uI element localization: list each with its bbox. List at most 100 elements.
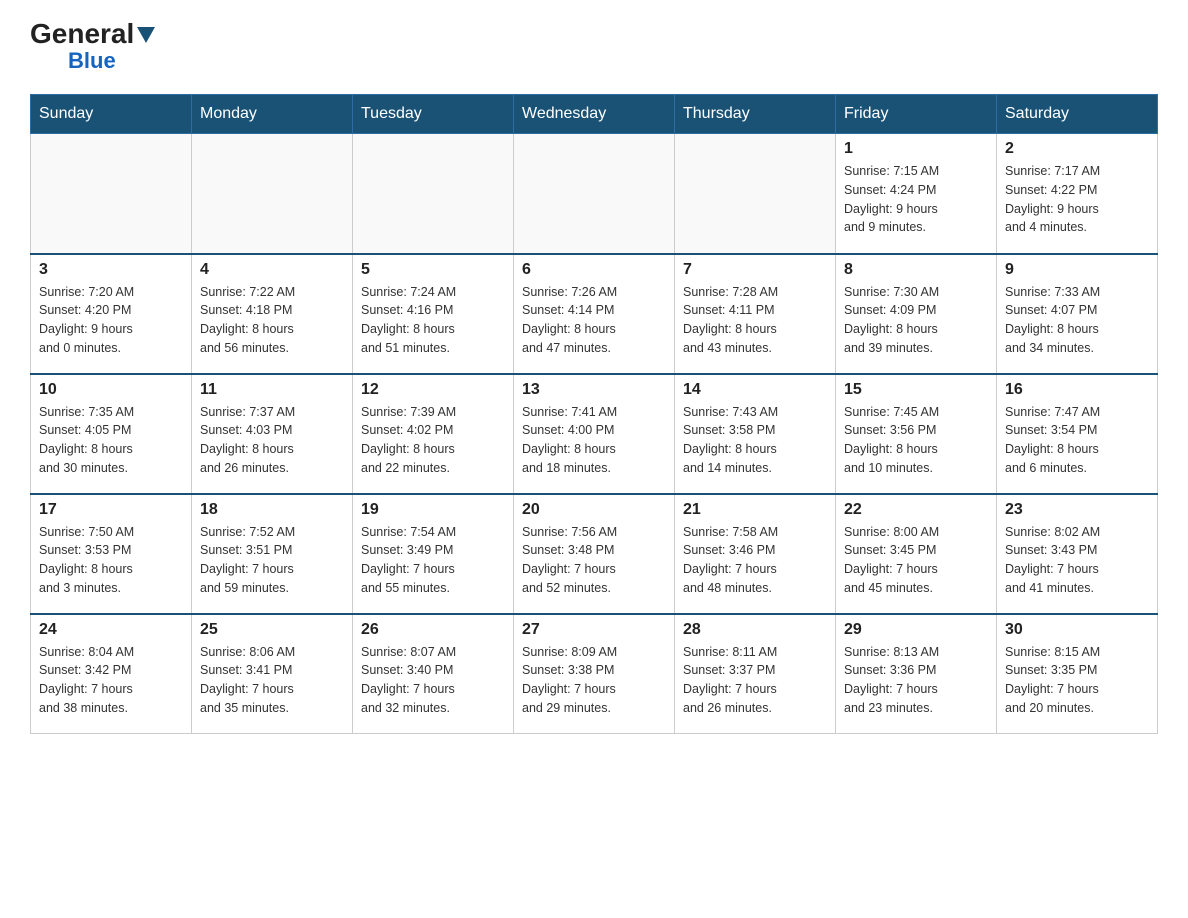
day-number: 9 bbox=[1005, 261, 1149, 279]
day-info: Sunrise: 7:17 AM Sunset: 4:22 PM Dayligh… bbox=[1005, 162, 1149, 237]
calendar-cell bbox=[514, 134, 675, 254]
header-wednesday: Wednesday bbox=[514, 95, 675, 134]
calendar-cell: 21Sunrise: 7:58 AM Sunset: 3:46 PM Dayli… bbox=[675, 494, 836, 614]
calendar-cell: 8 Sunrise: 7:30 AM Sunset: 4:09 PM Daylig… bbox=[836, 254, 997, 374]
day-number: 27 bbox=[522, 621, 666, 639]
calendar-cell bbox=[31, 134, 192, 254]
day-info: Sunrise: 7:35 AM Sunset: 4:05 PM Dayligh… bbox=[39, 403, 183, 478]
logo-general-text: General bbox=[30, 20, 134, 48]
calendar-week-4: 17 Sunrise: 7:50 AM Sunset: 3:53 PM Dayli… bbox=[31, 494, 1158, 614]
day-info: Sunrise: 7:47 AM Sunset: 3:54 PM Dayligh… bbox=[1005, 403, 1149, 478]
calendar-cell: 5 Sunrise: 7:24 AM Sunset: 4:16 PM Daylig… bbox=[353, 254, 514, 374]
day-info: Sunrise: 7:28 AM Sunset: 4:11 PM Dayligh… bbox=[683, 283, 827, 358]
day-info: Sunrise: 7:56 AM Sunset: 3:48 PM Dayligh… bbox=[522, 523, 666, 598]
day-info: Sunrise: 7:39 AM Sunset: 4:02 PM Dayligh… bbox=[361, 403, 505, 478]
day-number: 3 bbox=[39, 261, 183, 279]
day-info: Sunrise: 7:54 AM Sunset: 3:49 PM Dayligh… bbox=[361, 523, 505, 598]
day-number: 15 bbox=[844, 381, 988, 399]
day-number: 18 bbox=[200, 501, 344, 519]
header-sunday: Sunday bbox=[31, 95, 192, 134]
calendar-week-1: 1 Sunrise: 7:15 AM Sunset: 4:24 PM Daylig… bbox=[31, 134, 1158, 254]
calendar-cell: 7 Sunrise: 7:28 AM Sunset: 4:11 PM Daylig… bbox=[675, 254, 836, 374]
calendar-cell: 28Sunrise: 8:11 AM Sunset: 3:37 PM Dayli… bbox=[675, 614, 836, 734]
calendar-cell: 27 Sunrise: 8:09 AM Sunset: 3:38 PM Dayli… bbox=[514, 614, 675, 734]
logo-blue-text: Blue bbox=[68, 48, 116, 74]
day-info: Sunrise: 7:22 AM Sunset: 4:18 PM Dayligh… bbox=[200, 283, 344, 358]
day-number: 20 bbox=[522, 501, 666, 519]
day-info: Sunrise: 7:24 AM Sunset: 4:16 PM Dayligh… bbox=[361, 283, 505, 358]
day-number: 10 bbox=[39, 381, 183, 399]
calendar-cell: 18 Sunrise: 7:52 AM Sunset: 3:51 PM Dayli… bbox=[192, 494, 353, 614]
day-info: Sunrise: 8:06 AM Sunset: 3:41 PM Dayligh… bbox=[200, 643, 344, 718]
day-info: Sunrise: 7:52 AM Sunset: 3:51 PM Dayligh… bbox=[200, 523, 344, 598]
calendar-cell: 24 Sunrise: 8:04 AM Sunset: 3:42 PM Dayli… bbox=[31, 614, 192, 734]
day-number: 8 bbox=[844, 261, 988, 279]
calendar-cell: 13Sunrise: 7:41 AM Sunset: 4:00 PM Dayli… bbox=[514, 374, 675, 494]
calendar-cell bbox=[675, 134, 836, 254]
calendar-cell: 16 Sunrise: 7:47 AM Sunset: 3:54 PM Dayli… bbox=[997, 374, 1158, 494]
day-number: 5 bbox=[361, 261, 505, 279]
day-info: Sunrise: 7:50 AM Sunset: 3:53 PM Dayligh… bbox=[39, 523, 183, 598]
day-number: 21 bbox=[683, 501, 827, 519]
day-info: Sunrise: 7:37 AM Sunset: 4:03 PM Dayligh… bbox=[200, 403, 344, 478]
page-header: General Blue bbox=[30, 20, 1158, 74]
header-monday: Monday bbox=[192, 95, 353, 134]
calendar-cell: 15 Sunrise: 7:45 AM Sunset: 3:56 PM Dayli… bbox=[836, 374, 997, 494]
day-info: Sunrise: 7:43 AM Sunset: 3:58 PM Dayligh… bbox=[683, 403, 827, 478]
header-friday: Friday bbox=[836, 95, 997, 134]
calendar-header-row: SundayMondayTuesdayWednesdayThursdayFrid… bbox=[31, 95, 1158, 134]
day-number: 11 bbox=[200, 381, 344, 399]
day-number: 1 bbox=[844, 140, 988, 158]
day-info: Sunrise: 7:15 AM Sunset: 4:24 PM Dayligh… bbox=[844, 162, 988, 237]
day-info: Sunrise: 8:09 AM Sunset: 3:38 PM Dayligh… bbox=[522, 643, 666, 718]
day-number: 16 bbox=[1005, 381, 1149, 399]
header-saturday: Saturday bbox=[997, 95, 1158, 134]
day-number: 12 bbox=[361, 381, 505, 399]
day-info: Sunrise: 8:00 AM Sunset: 3:45 PM Dayligh… bbox=[844, 523, 988, 598]
calendar-cell: 25Sunrise: 8:06 AM Sunset: 3:41 PM Dayli… bbox=[192, 614, 353, 734]
day-number: 26 bbox=[361, 621, 505, 639]
day-info: Sunrise: 7:41 AM Sunset: 4:00 PM Dayligh… bbox=[522, 403, 666, 478]
calendar-cell bbox=[192, 134, 353, 254]
calendar-cell: 2Sunrise: 7:17 AM Sunset: 4:22 PM Daylig… bbox=[997, 134, 1158, 254]
calendar-cell: 29Sunrise: 8:13 AM Sunset: 3:36 PM Dayli… bbox=[836, 614, 997, 734]
day-info: Sunrise: 8:13 AM Sunset: 3:36 PM Dayligh… bbox=[844, 643, 988, 718]
day-info: Sunrise: 7:30 AM Sunset: 4:09 PM Dayligh… bbox=[844, 283, 988, 358]
day-number: 30 bbox=[1005, 621, 1149, 639]
day-number: 23 bbox=[1005, 501, 1149, 519]
day-number: 22 bbox=[844, 501, 988, 519]
calendar-cell: 26Sunrise: 8:07 AM Sunset: 3:40 PM Dayli… bbox=[353, 614, 514, 734]
day-number: 19 bbox=[361, 501, 505, 519]
calendar-week-5: 24 Sunrise: 8:04 AM Sunset: 3:42 PM Dayli… bbox=[31, 614, 1158, 734]
calendar-cell: 3 Sunrise: 7:20 AM Sunset: 4:20 PM Daylig… bbox=[31, 254, 192, 374]
calendar-cell: 9 Sunrise: 7:33 AM Sunset: 4:07 PM Daylig… bbox=[997, 254, 1158, 374]
calendar-week-2: 3 Sunrise: 7:20 AM Sunset: 4:20 PM Daylig… bbox=[31, 254, 1158, 374]
day-info: Sunrise: 7:26 AM Sunset: 4:14 PM Dayligh… bbox=[522, 283, 666, 358]
day-info: Sunrise: 7:33 AM Sunset: 4:07 PM Dayligh… bbox=[1005, 283, 1149, 358]
day-number: 17 bbox=[39, 501, 183, 519]
day-number: 6 bbox=[522, 261, 666, 279]
day-number: 14 bbox=[683, 381, 827, 399]
calendar-week-3: 10 Sunrise: 7:35 AM Sunset: 4:05 PM Dayli… bbox=[31, 374, 1158, 494]
calendar-cell: 11 Sunrise: 7:37 AM Sunset: 4:03 PM Dayli… bbox=[192, 374, 353, 494]
calendar-cell: 30Sunrise: 8:15 AM Sunset: 3:35 PM Dayli… bbox=[997, 614, 1158, 734]
calendar-cell: 6 Sunrise: 7:26 AM Sunset: 4:14 PM Daylig… bbox=[514, 254, 675, 374]
header-tuesday: Tuesday bbox=[353, 95, 514, 134]
calendar-cell: 22 Sunrise: 8:00 AM Sunset: 3:45 PM Dayli… bbox=[836, 494, 997, 614]
calendar-cell bbox=[353, 134, 514, 254]
calendar-cell: 1 Sunrise: 7:15 AM Sunset: 4:24 PM Daylig… bbox=[836, 134, 997, 254]
calendar-table: SundayMondayTuesdayWednesdayThursdayFrid… bbox=[30, 94, 1158, 734]
day-info: Sunrise: 7:20 AM Sunset: 4:20 PM Dayligh… bbox=[39, 283, 183, 358]
day-info: Sunrise: 8:04 AM Sunset: 3:42 PM Dayligh… bbox=[39, 643, 183, 718]
calendar-cell: 23 Sunrise: 8:02 AM Sunset: 3:43 PM Dayli… bbox=[997, 494, 1158, 614]
day-number: 4 bbox=[200, 261, 344, 279]
day-number: 7 bbox=[683, 261, 827, 279]
calendar-cell: 19 Sunrise: 7:54 AM Sunset: 3:49 PM Dayli… bbox=[353, 494, 514, 614]
calendar-cell: 20 Sunrise: 7:56 AM Sunset: 3:48 PM Dayli… bbox=[514, 494, 675, 614]
calendar-cell: 17 Sunrise: 7:50 AM Sunset: 3:53 PM Dayli… bbox=[31, 494, 192, 614]
day-info: Sunrise: 7:45 AM Sunset: 3:56 PM Dayligh… bbox=[844, 403, 988, 478]
day-number: 24 bbox=[39, 621, 183, 639]
calendar-cell: 4 Sunrise: 7:22 AM Sunset: 4:18 PM Daylig… bbox=[192, 254, 353, 374]
day-info: Sunrise: 8:02 AM Sunset: 3:43 PM Dayligh… bbox=[1005, 523, 1149, 598]
header-thursday: Thursday bbox=[675, 95, 836, 134]
